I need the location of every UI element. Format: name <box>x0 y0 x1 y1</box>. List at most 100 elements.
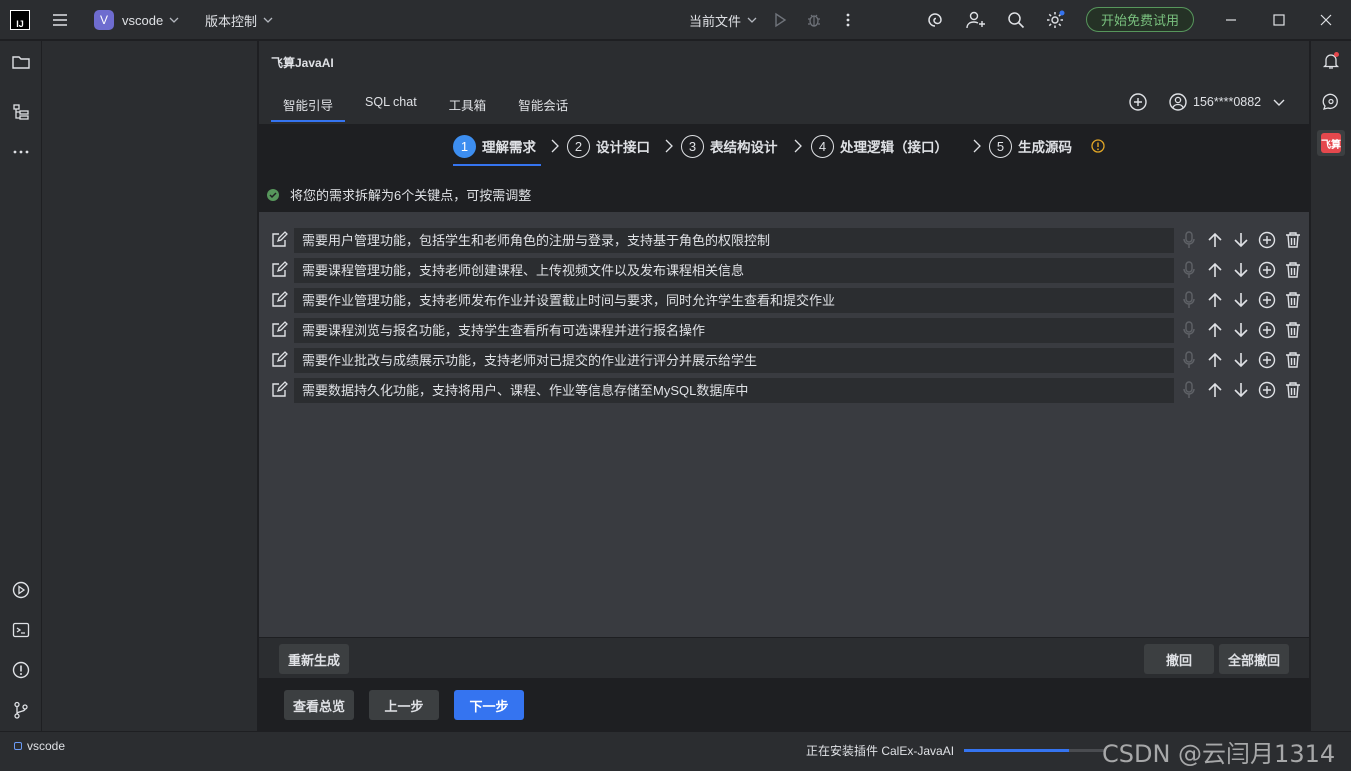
services-tool-button[interactable] <box>11 580 31 600</box>
move-up-button[interactable] <box>1206 260 1224 280</box>
maximize-button[interactable] <box>1272 0 1286 40</box>
add-item-button[interactable] <box>1258 350 1276 370</box>
warning-circle-icon <box>12 661 30 679</box>
move-up-button[interactable] <box>1206 380 1224 400</box>
move-down-button[interactable] <box>1232 260 1250 280</box>
chevron-right-icon <box>973 139 981 153</box>
move-up-button[interactable] <box>1206 230 1224 250</box>
add-item-button[interactable] <box>1258 260 1276 280</box>
edit-icon[interactable] <box>270 261 288 279</box>
move-down-button[interactable] <box>1232 230 1250 250</box>
status-project[interactable]: vscode <box>14 739 65 753</box>
terminal-tool-button[interactable] <box>11 620 31 640</box>
more-actions-button[interactable] <box>840 0 856 40</box>
background-task-label[interactable]: 正在安装插件 CalEx-JavaAI <box>806 742 954 759</box>
project-tool-button[interactable] <box>11 52 31 72</box>
notifications-button[interactable] <box>1321 51 1341 71</box>
settings-button[interactable] <box>1045 0 1067 40</box>
undo-button[interactable]: 撤回 <box>1144 644 1214 674</box>
info-warning-icon[interactable] <box>1091 139 1105 153</box>
next-step-button[interactable]: 下一步 <box>454 690 524 720</box>
step-5[interactable]: 5 生成源码 <box>989 133 1072 159</box>
move-up-button[interactable] <box>1206 350 1224 370</box>
voice-input-button[interactable] <box>1180 350 1198 370</box>
edit-icon[interactable] <box>270 291 288 309</box>
add-user-button[interactable] <box>965 0 987 40</box>
requirement-text[interactable]: 需要课程浏览与报名功能，支持学生查看所有可选课程并进行报名操作 <box>294 318 1174 343</box>
move-down-button[interactable] <box>1232 320 1250 340</box>
add-item-button[interactable] <box>1258 230 1276 250</box>
requirement-text[interactable]: 需要作业批改与成绩展示功能，支持老师对已提交的作业进行评分并展示给学生 <box>294 348 1174 373</box>
ai-assistant-button[interactable] <box>925 0 945 40</box>
project-selector[interactable]: V vscode <box>94 0 181 40</box>
edit-icon[interactable] <box>270 231 288 249</box>
row-actions <box>1180 380 1310 400</box>
git-tool-button[interactable] <box>11 700 31 720</box>
view-overview-button[interactable]: 查看总览 <box>284 690 354 720</box>
spiral-icon <box>928 13 942 27</box>
run-button[interactable] <box>771 0 789 40</box>
more-tools-button[interactable] <box>11 142 31 162</box>
microphone-icon <box>1183 381 1195 398</box>
step-3[interactable]: 3 表结构设计 <box>681 133 778 159</box>
edit-icon[interactable] <box>270 321 288 339</box>
structure-icon <box>13 104 29 120</box>
add-item-button[interactable] <box>1258 320 1276 340</box>
tab-smart-chat[interactable]: 智能会话 <box>506 85 580 122</box>
voice-input-button[interactable] <box>1180 380 1198 400</box>
check-circle-icon <box>267 188 279 201</box>
move-up-button[interactable] <box>1206 290 1224 310</box>
structure-tool-button[interactable] <box>11 102 31 122</box>
move-up-button[interactable] <box>1206 320 1224 340</box>
run-config-selector[interactable]: 当前文件 <box>689 0 759 40</box>
step-4[interactable]: 4 处理逻辑（接口） <box>811 133 948 159</box>
voice-input-button[interactable] <box>1180 260 1198 280</box>
debug-button[interactable] <box>805 0 823 40</box>
chevron-down-icon <box>747 17 757 23</box>
requirement-text[interactable]: 需要课程管理功能，支持老师创建课程、上传视频文件以及发布课程相关信息 <box>294 258 1174 283</box>
main-menu-button[interactable] <box>50 0 70 40</box>
tab-toolbox[interactable]: 工具箱 <box>437 85 499 122</box>
edit-icon[interactable] <box>270 351 288 369</box>
add-item-button[interactable] <box>1258 290 1276 310</box>
edit-icon[interactable] <box>270 381 288 399</box>
ai-chat-button[interactable] <box>1321 92 1341 112</box>
search-button[interactable] <box>1006 0 1026 40</box>
voice-input-button[interactable] <box>1180 320 1198 340</box>
move-down-button[interactable] <box>1232 350 1250 370</box>
requirement-text[interactable]: 需要作业管理功能，支持老师发布作业并设置截止时间与要求，同时允许学生查看和提交作… <box>294 288 1174 313</box>
delete-item-button[interactable] <box>1284 350 1302 370</box>
plus-circle-icon <box>1129 93 1147 111</box>
voice-input-button[interactable] <box>1180 290 1198 310</box>
step-2[interactable]: 2 设计接口 <box>567 133 650 159</box>
vcs-menu[interactable]: 版本控制 <box>205 0 275 40</box>
voice-input-button[interactable] <box>1180 230 1198 250</box>
user-account-menu[interactable]: 156****0882 <box>1168 92 1287 112</box>
previous-step-button[interactable]: 上一步 <box>369 690 439 720</box>
delete-item-button[interactable] <box>1284 380 1302 400</box>
delete-item-button[interactable] <box>1284 320 1302 340</box>
feisuan-logo-icon: 飞算 <box>1321 133 1341 153</box>
problems-tool-button[interactable] <box>11 660 31 680</box>
add-item-button[interactable] <box>1258 380 1276 400</box>
tab-smart-guide[interactable]: 智能引导 <box>271 85 346 122</box>
minimize-button[interactable] <box>1224 0 1238 40</box>
requirement-text[interactable]: 需要数据持久化功能，支持将用户、课程、作业等信息存储至MySQL数据库中 <box>294 378 1174 403</box>
undo-all-button[interactable]: 全部撤回 <box>1219 644 1289 674</box>
close-window-button[interactable] <box>1319 0 1333 40</box>
start-trial-button[interactable]: 开始免费试用 <box>1086 7 1194 32</box>
project-badge: V <box>94 10 114 30</box>
step-1[interactable]: 1 理解需求 <box>453 133 536 159</box>
app-logo[interactable]: IJ <box>10 10 30 30</box>
tab-sql-chat[interactable]: SQL chat <box>353 85 429 122</box>
regenerate-button[interactable]: 重新生成 <box>279 644 349 674</box>
move-down-button[interactable] <box>1232 380 1250 400</box>
feisuan-plugin-button[interactable]: 飞算 <box>1317 130 1345 156</box>
move-down-button[interactable] <box>1232 290 1250 310</box>
delete-item-button[interactable] <box>1284 230 1302 250</box>
delete-item-button[interactable] <box>1284 290 1302 310</box>
install-progress-bar <box>964 749 1104 752</box>
new-session-button[interactable] <box>1128 92 1148 112</box>
requirement-text[interactable]: 需要用户管理功能，包括学生和老师角色的注册与登录，支持基于角色的权限控制 <box>294 228 1174 253</box>
delete-item-button[interactable] <box>1284 260 1302 280</box>
